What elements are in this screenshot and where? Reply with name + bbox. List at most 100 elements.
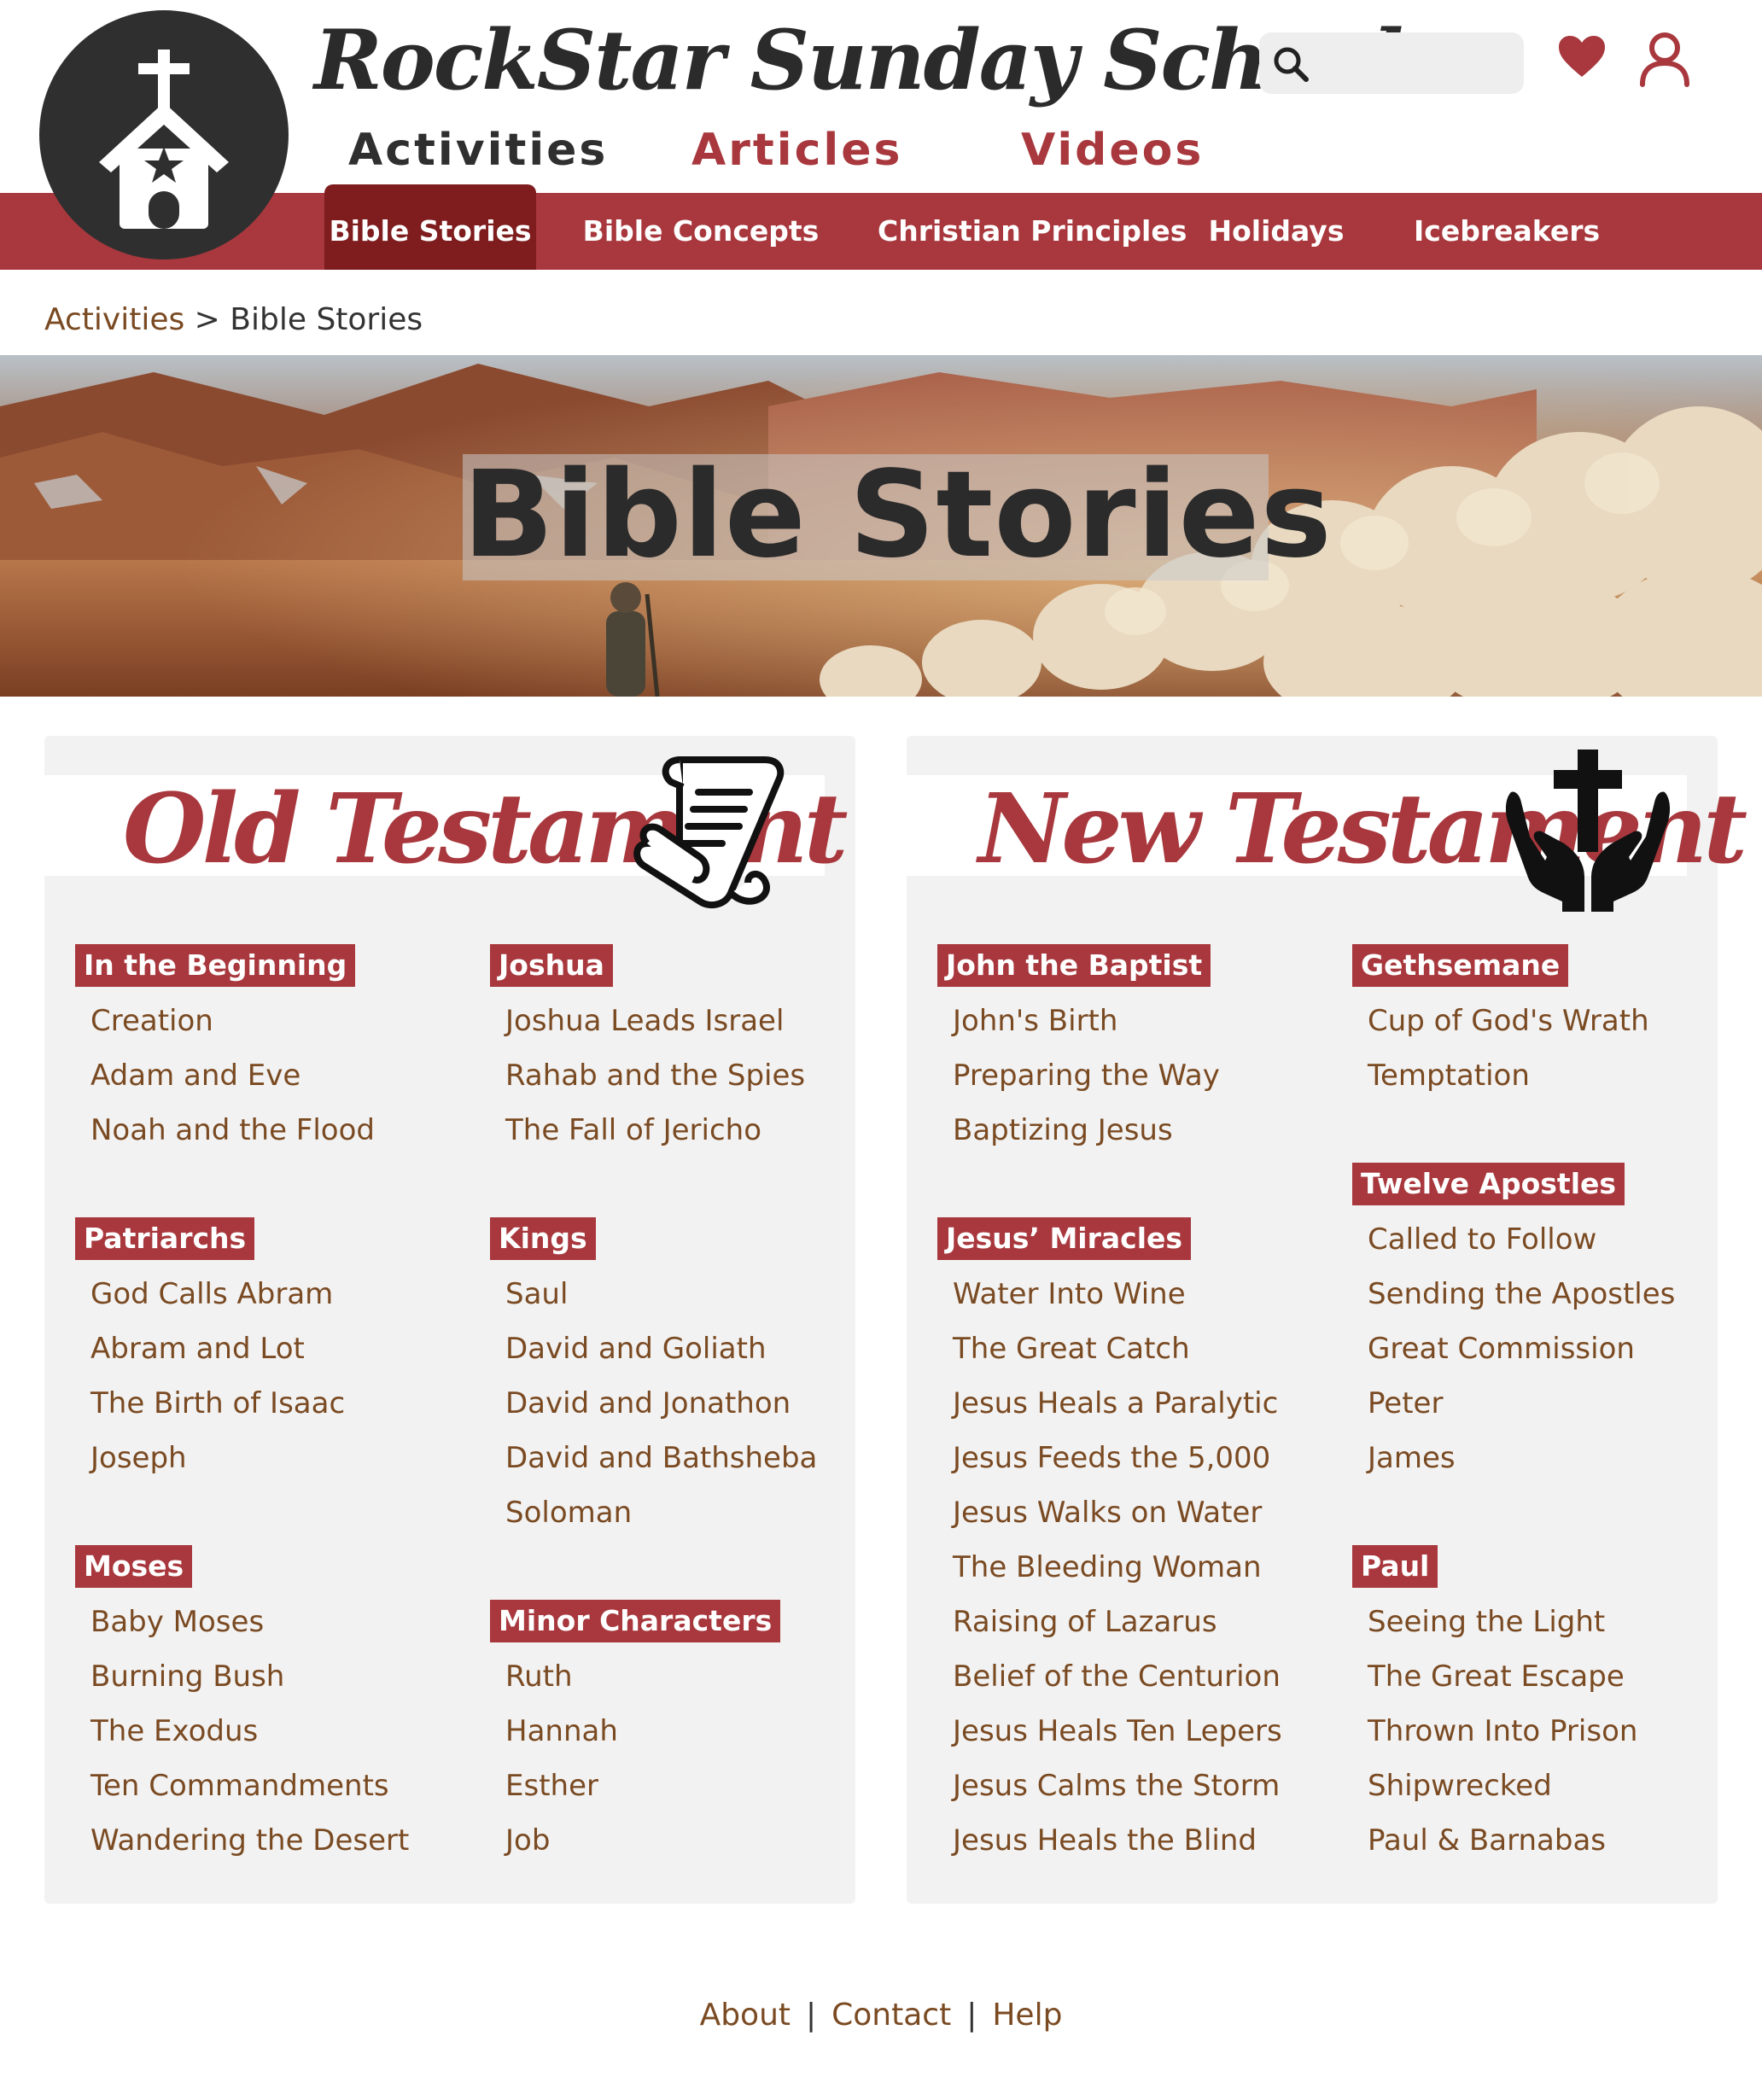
story-link[interactable]: Burning Bush <box>75 1649 434 1704</box>
story-link[interactable]: Ten Commandments <box>75 1759 434 1813</box>
story-link-text[interactable]: The Great Catch <box>953 1332 1190 1366</box>
story-link-text[interactable]: Temptation <box>1368 1059 1530 1093</box>
category-christian-principles[interactable]: Christian Principles <box>878 193 1187 270</box>
story-link[interactable]: Raising of Lazarus <box>937 1595 1296 1649</box>
story-link[interactable]: Cup of God's Wrath <box>1352 994 1711 1048</box>
story-link[interactable]: Soloman <box>490 1485 849 1540</box>
story-link[interactable]: The Fall of Jericho <box>490 1103 849 1158</box>
story-link-text[interactable]: John's Birth <box>953 1004 1117 1038</box>
story-link-text[interactable]: Wandering the Desert <box>90 1823 409 1858</box>
story-link-text[interactable]: Great Commission <box>1368 1332 1635 1366</box>
story-link-text[interactable]: Cup of God's Wrath <box>1368 1004 1649 1038</box>
story-link[interactable]: Jesus Calms the Storm <box>937 1759 1296 1813</box>
story-link-text[interactable]: James <box>1368 1441 1456 1475</box>
site-logo[interactable] <box>39 10 289 260</box>
story-link[interactable]: The Exodus <box>75 1704 434 1759</box>
story-link[interactable]: Peter <box>1352 1376 1711 1431</box>
story-link-text[interactable]: Burning Bush <box>90 1660 284 1694</box>
story-link-text[interactable]: Jesus Heals a Paralytic <box>953 1386 1278 1420</box>
story-link-text[interactable]: Saul <box>505 1277 568 1311</box>
story-link[interactable]: Jesus Heals the Blind <box>937 1813 1296 1868</box>
story-link-text[interactable]: Ruth <box>505 1660 573 1694</box>
story-link[interactable]: The Great Catch <box>937 1321 1296 1376</box>
story-link-text[interactable]: Called to Follow <box>1368 1222 1596 1257</box>
story-link-text[interactable]: The Great Escape <box>1368 1660 1625 1694</box>
story-link[interactable]: Joshua Leads Israel <box>490 994 849 1048</box>
search-icon[interactable] <box>1271 44 1310 84</box>
story-link[interactable]: David and Goliath <box>490 1321 849 1376</box>
story-link-text[interactable]: Sending the Apostles <box>1368 1277 1675 1311</box>
story-link[interactable]: Paul & Barnabas <box>1352 1813 1711 1868</box>
site-title[interactable]: RockStar Sunday School <box>314 12 1403 108</box>
story-link[interactable]: Creation <box>75 994 434 1048</box>
story-link-text[interactable]: Joseph <box>90 1441 187 1475</box>
story-link-text[interactable]: Job <box>505 1823 550 1858</box>
story-link[interactable]: Saul <box>490 1267 849 1321</box>
story-link-text[interactable]: Peter <box>1368 1386 1443 1420</box>
nav-activities[interactable]: Activities <box>348 125 608 176</box>
story-link-text[interactable]: Baptizing Jesus <box>953 1113 1173 1147</box>
footer-about-link[interactable]: About <box>700 1998 791 2033</box>
story-link-text[interactable]: David and Bathsheba <box>505 1441 817 1475</box>
story-link[interactable]: Seeing the Light <box>1352 1595 1711 1649</box>
story-link-text[interactable]: Jesus Feeds the 5,000 <box>953 1441 1270 1475</box>
story-link[interactable]: Rahab and the Spies <box>490 1048 849 1103</box>
story-link[interactable]: Sending the Apostles <box>1352 1267 1711 1321</box>
story-link[interactable]: Baby Moses <box>75 1595 434 1649</box>
story-link[interactable]: Joseph <box>75 1431 434 1485</box>
story-link[interactable]: Preparing the Way <box>937 1048 1296 1103</box>
story-link-text[interactable]: Water Into Wine <box>953 1277 1186 1311</box>
story-link[interactable]: Jesus Heals Ten Lepers <box>937 1704 1296 1759</box>
story-link[interactable]: Job <box>490 1813 849 1868</box>
story-link-text[interactable]: Shipwrecked <box>1368 1769 1552 1803</box>
story-link[interactable]: John's Birth <box>937 994 1296 1048</box>
story-link-text[interactable]: Hannah <box>505 1714 618 1748</box>
story-link[interactable]: The Birth of Isaac <box>75 1376 434 1431</box>
story-link[interactable]: David and Bathsheba <box>490 1431 849 1485</box>
category-bible-concepts[interactable]: Bible Concepts <box>581 193 821 270</box>
story-link[interactable]: Jesus Heals a Paralytic <box>937 1376 1296 1431</box>
story-link[interactable]: Abram and Lot <box>75 1321 434 1376</box>
story-link[interactable]: Hannah <box>490 1704 849 1759</box>
story-link-text[interactable]: The Exodus <box>90 1714 258 1748</box>
story-link-text[interactable]: Jesus Walks on Water <box>953 1496 1262 1530</box>
story-link[interactable]: James <box>1352 1431 1711 1485</box>
account-button[interactable] <box>1637 31 1692 90</box>
story-link[interactable]: Wandering the Desert <box>75 1813 434 1868</box>
story-link-text[interactable]: Rahab and the Spies <box>505 1059 805 1093</box>
story-link[interactable]: Esther <box>490 1759 849 1813</box>
story-link[interactable]: Thrown Into Prison <box>1352 1704 1711 1759</box>
story-link-text[interactable]: Soloman <box>505 1496 632 1530</box>
story-link[interactable]: Noah and the Flood <box>75 1103 434 1158</box>
story-link[interactable]: Baptizing Jesus <box>937 1103 1296 1158</box>
category-holidays[interactable]: Holidays <box>1205 193 1347 270</box>
story-link-text[interactable]: Raising of Lazarus <box>953 1605 1217 1639</box>
footer-contact-link[interactable]: Contact <box>831 1998 951 2033</box>
story-link-text[interactable]: The Birth of Isaac <box>90 1386 345 1420</box>
story-link[interactable]: Jesus Feeds the 5,000 <box>937 1431 1296 1485</box>
story-link-text[interactable]: Belief of the Centurion <box>953 1660 1281 1694</box>
story-link-text[interactable]: Jesus Heals Ten Lepers <box>953 1714 1282 1748</box>
nav-articles[interactable]: Articles <box>691 125 902 176</box>
story-link-text[interactable]: Thrown Into Prison <box>1368 1714 1637 1748</box>
story-link[interactable]: David and Jonathon <box>490 1376 849 1431</box>
story-link-text[interactable]: The Bleeding Woman <box>953 1550 1262 1584</box>
story-link[interactable]: Belief of the Centurion <box>937 1649 1296 1704</box>
story-link-text[interactable]: David and Jonathon <box>505 1386 791 1420</box>
story-link[interactable]: The Bleeding Woman <box>937 1540 1296 1595</box>
story-link[interactable]: The Great Escape <box>1352 1649 1711 1704</box>
story-link[interactable]: Temptation <box>1352 1048 1711 1103</box>
story-link-text[interactable]: Preparing the Way <box>953 1059 1220 1093</box>
story-link[interactable]: Water Into Wine <box>937 1267 1296 1321</box>
story-link-text[interactable]: God Calls Abram <box>90 1277 333 1311</box>
category-icebreakers[interactable]: Icebreakers <box>1414 193 1600 270</box>
story-link[interactable]: God Calls Abram <box>75 1267 434 1321</box>
story-link[interactable]: Ruth <box>490 1649 849 1704</box>
story-link-text[interactable]: Adam and Eve <box>90 1059 300 1093</box>
story-link-text[interactable]: Esther <box>505 1769 598 1803</box>
story-link[interactable]: Adam and Eve <box>75 1048 434 1103</box>
story-link[interactable]: Shipwrecked <box>1352 1759 1711 1813</box>
story-link[interactable]: Called to Follow <box>1352 1212 1711 1267</box>
nav-videos[interactable]: Videos <box>1021 125 1204 176</box>
story-link-text[interactable]: Seeing the Light <box>1368 1605 1605 1639</box>
